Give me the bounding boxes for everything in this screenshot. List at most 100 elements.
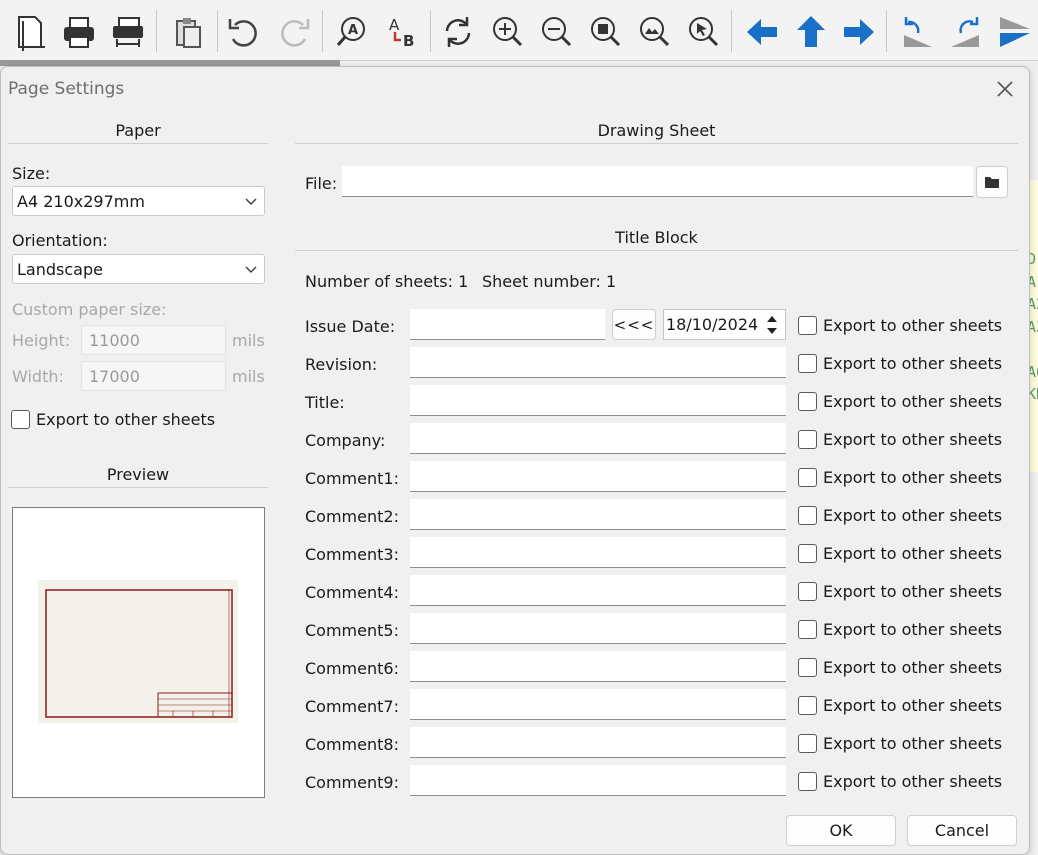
field-label: Comment4: bbox=[305, 583, 399, 602]
checkbox-box[interactable] bbox=[798, 430, 817, 449]
rotate-cw-icon[interactable] bbox=[944, 10, 988, 54]
plot-icon[interactable] bbox=[105, 10, 149, 54]
checkbox-label: Export to other sheets bbox=[823, 582, 1003, 601]
checkbox-box[interactable] bbox=[798, 582, 817, 601]
export-checkbox[interactable]: Export to other sheets bbox=[798, 734, 1002, 753]
paper-export-checkbox[interactable]: Export to other sheets bbox=[11, 410, 215, 429]
checkbox-box[interactable] bbox=[798, 506, 817, 525]
checkbox-box[interactable] bbox=[798, 544, 817, 563]
print-icon[interactable] bbox=[57, 10, 101, 54]
custom-size-label: Custom paper size: bbox=[12, 300, 167, 319]
folder-icon bbox=[985, 177, 999, 188]
checkbox-label: Export to other sheets bbox=[823, 620, 1003, 639]
field-input[interactable] bbox=[410, 575, 786, 606]
navigate-up-icon[interactable] bbox=[789, 10, 833, 54]
svg-text:B: B bbox=[403, 32, 414, 50]
browse-file-button[interactable] bbox=[976, 166, 1008, 198]
field-input[interactable] bbox=[410, 765, 786, 796]
navigate-forward-icon[interactable] bbox=[837, 10, 881, 54]
checkbox-label: Export to other sheets bbox=[823, 316, 1003, 335]
orientation-select[interactable]: Landscape bbox=[12, 254, 265, 284]
field-input[interactable] bbox=[410, 537, 786, 568]
field-input[interactable] bbox=[410, 613, 786, 644]
export-checkbox[interactable]: Export to other sheets bbox=[798, 430, 1002, 449]
export-checkbox[interactable]: Export to other sheets bbox=[798, 620, 1002, 639]
field-label: Comment7: bbox=[305, 697, 399, 716]
checkbox-box[interactable] bbox=[798, 734, 817, 753]
mirror-icon[interactable] bbox=[993, 10, 1037, 54]
checkbox-label: Export to other sheets bbox=[823, 696, 1003, 715]
field-input[interactable] bbox=[410, 651, 786, 682]
checkbox-label: Export to other sheets bbox=[823, 772, 1003, 791]
checkbox-box[interactable] bbox=[798, 772, 817, 791]
close-icon[interactable] bbox=[991, 75, 1019, 103]
page-preview bbox=[12, 507, 265, 798]
field-input[interactable] bbox=[410, 385, 786, 416]
checkbox-label: Export to other sheets bbox=[36, 410, 216, 429]
title-block-heading: Title Block bbox=[615, 228, 698, 247]
copy-date-button[interactable]: <<< bbox=[612, 309, 656, 340]
undo-icon[interactable] bbox=[222, 10, 266, 54]
checkbox-label: Export to other sheets bbox=[823, 544, 1003, 563]
zoom-out-icon[interactable] bbox=[534, 10, 578, 54]
checkbox-box[interactable] bbox=[798, 468, 817, 487]
height-input[interactable]: 11000 bbox=[81, 325, 226, 355]
field-input[interactable] bbox=[410, 423, 786, 454]
export-checkbox[interactable]: Export to other sheets bbox=[798, 392, 1002, 411]
field-input[interactable] bbox=[410, 727, 786, 758]
zoom-in-icon[interactable] bbox=[485, 10, 529, 54]
checkbox-box[interactable] bbox=[11, 410, 30, 429]
export-checkbox[interactable]: Export to other sheets bbox=[798, 316, 1002, 335]
height-label: Height: bbox=[12, 331, 71, 350]
preview-sheet-drawing bbox=[38, 580, 238, 723]
zoom-objects-icon[interactable] bbox=[632, 10, 676, 54]
export-checkbox[interactable]: Export to other sheets bbox=[798, 544, 1002, 563]
paste-icon[interactable] bbox=[167, 10, 211, 54]
checkbox-box[interactable] bbox=[798, 620, 817, 639]
field-label: Comment6: bbox=[305, 659, 399, 678]
width-input[interactable]: 17000 bbox=[81, 361, 226, 391]
field-input[interactable] bbox=[410, 309, 605, 340]
file-input[interactable] bbox=[342, 166, 973, 197]
redo-icon[interactable] bbox=[272, 10, 316, 54]
checkbox-box[interactable] bbox=[798, 316, 817, 335]
find-replace-icon[interactable]: AB bbox=[380, 10, 424, 54]
zoom-fit-icon[interactable] bbox=[583, 10, 627, 54]
export-checkbox[interactable]: Export to other sheets bbox=[798, 468, 1002, 487]
rotate-ccw-icon[interactable] bbox=[895, 10, 939, 54]
field-input[interactable] bbox=[410, 689, 786, 720]
checkbox-label: Export to other sheets bbox=[823, 392, 1003, 411]
ok-button[interactable]: OK bbox=[786, 815, 896, 846]
chevron-down-icon bbox=[245, 198, 257, 206]
new-page-icon[interactable] bbox=[8, 10, 52, 54]
checkbox-box[interactable] bbox=[798, 392, 817, 411]
export-checkbox[interactable]: Export to other sheets bbox=[798, 696, 1002, 715]
export-checkbox[interactable]: Export to other sheets bbox=[798, 772, 1002, 791]
chevron-down-icon bbox=[245, 266, 257, 274]
checkbox-box[interactable] bbox=[798, 354, 817, 373]
date-spinner[interactable]: 18/10/2024 bbox=[663, 309, 786, 340]
export-checkbox[interactable]: Export to other sheets bbox=[798, 582, 1002, 601]
file-label: File: bbox=[305, 174, 338, 193]
refresh-icon[interactable] bbox=[436, 10, 480, 54]
cancel-button[interactable]: Cancel bbox=[907, 815, 1017, 846]
field-input[interactable] bbox=[410, 347, 786, 378]
orientation-label: Orientation: bbox=[12, 231, 108, 250]
export-checkbox[interactable]: Export to other sheets bbox=[798, 354, 1002, 373]
zoom-selection-icon[interactable] bbox=[681, 10, 725, 54]
spin-down-icon[interactable] bbox=[761, 325, 783, 338]
checkbox-box[interactable] bbox=[798, 658, 817, 677]
find-icon[interactable]: A bbox=[330, 10, 374, 54]
export-checkbox[interactable]: Export to other sheets bbox=[798, 506, 1002, 525]
field-input[interactable] bbox=[410, 499, 786, 530]
field-label: Comment2: bbox=[305, 507, 399, 526]
size-select[interactable]: A4 210x297mm bbox=[12, 186, 265, 216]
field-input[interactable] bbox=[410, 461, 786, 492]
main-toolbar: A AB bbox=[0, 0, 1038, 61]
navigate-back-icon[interactable] bbox=[740, 10, 784, 54]
drawing-sheet-heading: Drawing Sheet bbox=[597, 121, 716, 140]
spin-up-icon[interactable] bbox=[761, 312, 783, 325]
checkbox-box[interactable] bbox=[798, 696, 817, 715]
export-checkbox[interactable]: Export to other sheets bbox=[798, 658, 1002, 677]
dialog-title: Page Settings bbox=[8, 79, 125, 99]
